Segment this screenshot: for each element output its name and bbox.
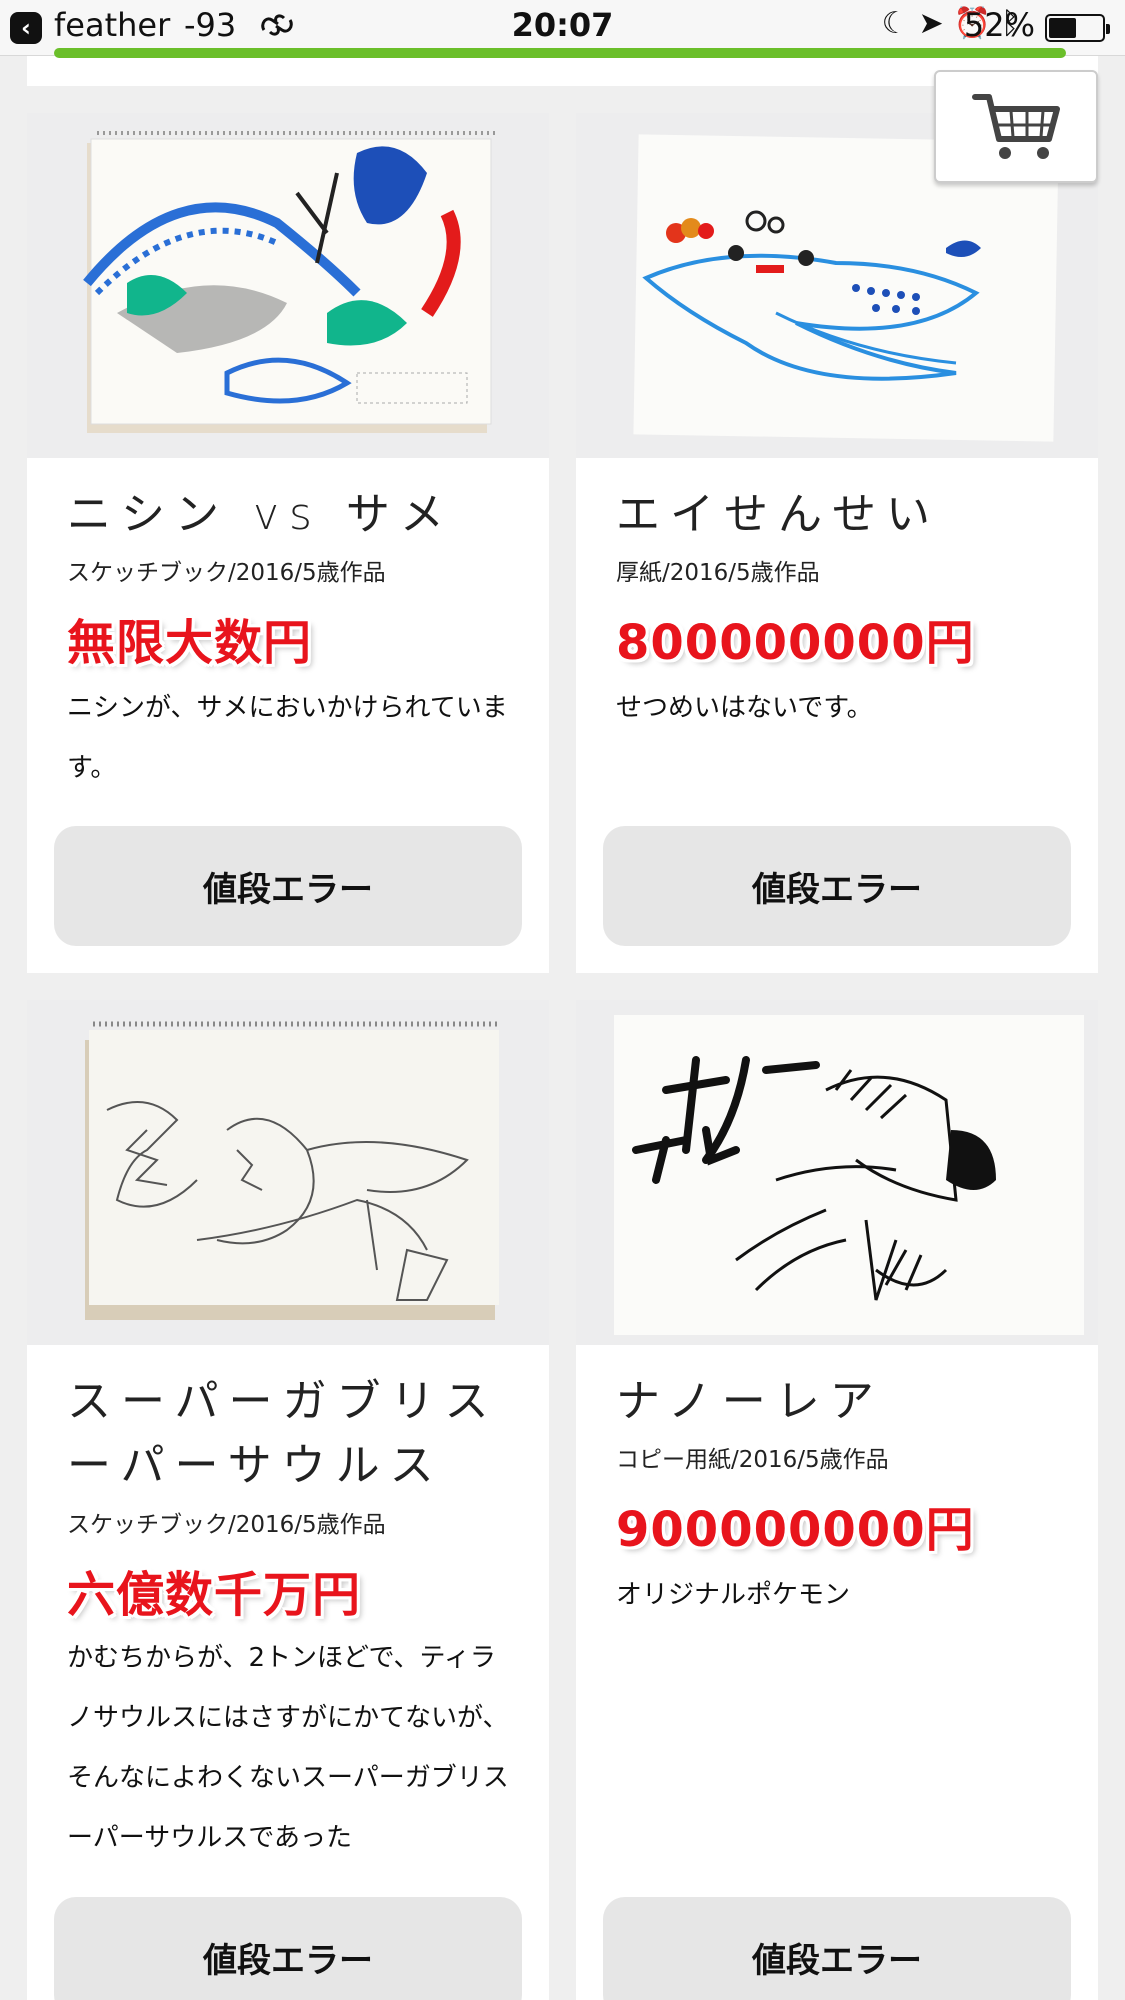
product-description: せつめいはないです。 [616,693,873,723]
product-description: かむちからが、2トンほどで、ティラノサウルスにはさすがにかてないが、そんなによわ… [67,1643,509,1853]
product-description: オリジナルポケモン [616,1580,851,1610]
artwork-image-nanorare[interactable] [576,1000,1098,1345]
artwork-image-sketchbook-fish[interactable] [27,113,549,458]
price-error-button[interactable]: 値段エラー [603,1897,1071,2000]
price-error-button[interactable]: 値段エラー [54,1897,522,2000]
product-meta: 厚紙/2016/5歳作品 [616,560,820,586]
product-meta: スケッチブック/2016/5歳作品 [67,1512,386,1538]
product-price: 900000000円 [616,1502,975,1558]
cart-button[interactable] [934,70,1098,183]
product-price: 無限大数円 [67,615,313,671]
product-price: 800000000円 [616,615,975,671]
product-card: エイせんせい 厚紙/2016/5歳作品 800000000円 せつめいはないです… [576,113,1098,973]
product-title: ニシン vs サメ [67,489,454,540]
price-error-button[interactable]: 値段エラー [603,826,1071,946]
product-meta: コピー用紙/2016/5歳作品 [616,1447,889,1473]
product-price: 六億数千万円 [67,1567,362,1623]
product-title: ナノーレア [616,1376,884,1427]
product-card: スーパーガブリスーパーサウルス スケッチブック/2016/5歳作品 六億数千万円… [27,1000,549,2000]
moon-icon: ☾ [881,6,919,41]
product-title: スーパーガブリスーパーサウルス [67,1376,499,1491]
product-card: ナノーレア コピー用紙/2016/5歳作品 900000000円 オリジナルポケ… [576,1000,1098,2000]
product-meta: スケッチブック/2016/5歳作品 [67,560,386,586]
product-card: ニシン vs サメ スケッチブック/2016/5歳作品 無限大数円 ニシンが、サ… [27,113,549,973]
battery-icon [1045,14,1110,42]
product-description: ニシンが、サメにおいかけられています。 [67,693,508,783]
progress-bar-edge [54,48,1066,58]
cart-icon [972,93,1060,159]
battery-fill [1049,18,1077,38]
price-error-button[interactable]: 値段エラー [54,826,522,946]
product-title: エイせんせい [616,489,940,540]
artwork-image-crocodile-dinosaur[interactable] [27,1000,549,1345]
location-arrow-icon: ➤ [918,6,954,41]
battery-percent: 52% [963,6,1035,44]
